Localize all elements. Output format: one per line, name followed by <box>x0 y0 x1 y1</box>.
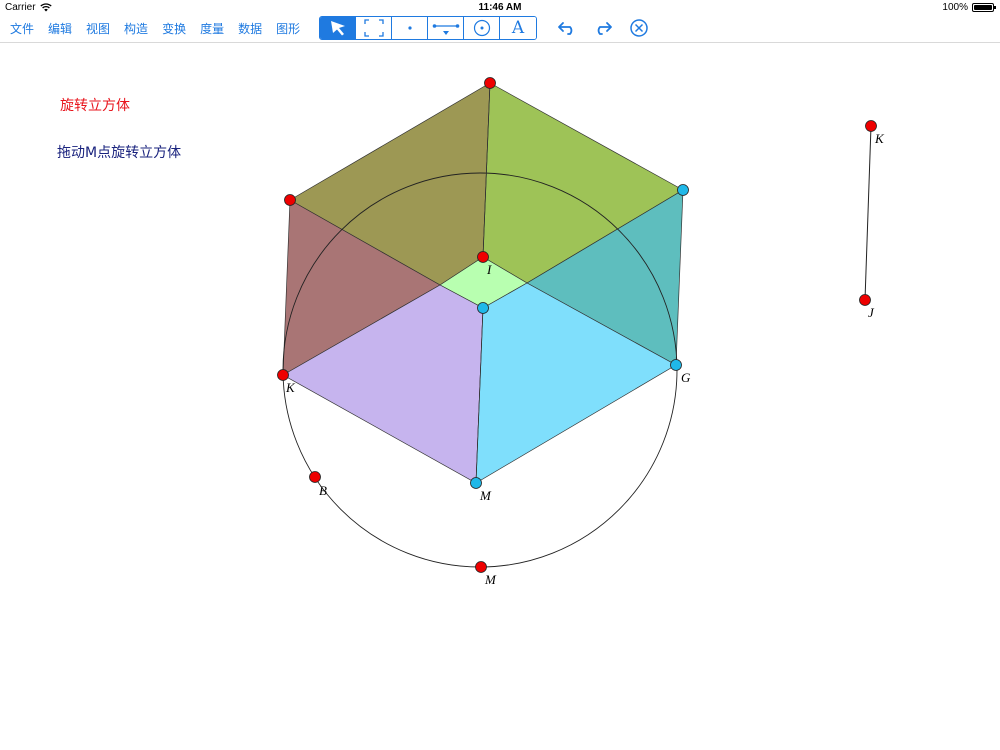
label-m-cube: M <box>479 488 492 503</box>
segment-tool-button[interactable] <box>428 17 464 39</box>
text-tool-icon: A <box>511 18 525 38</box>
cube-edge <box>475 307 484 484</box>
label-g: G <box>681 370 691 385</box>
cube-face-bottom-left <box>282 284 484 484</box>
marquee-tool-button[interactable] <box>356 17 392 39</box>
menu-item-data[interactable]: 数据 <box>238 20 262 37</box>
circle-tool-icon <box>473 19 490 37</box>
menu-item-graph[interactable]: 图形 <box>276 20 300 37</box>
label-b: B <box>319 483 327 498</box>
point-i <box>477 251 489 263</box>
select-arrow-icon <box>330 21 345 36</box>
action-buttons <box>556 17 650 39</box>
point-m-cube <box>470 477 482 489</box>
canvas-hint[interactable]: 拖动M点旋转立方体 <box>57 142 181 162</box>
segment-tool-icon <box>432 24 459 35</box>
circle-tool-button[interactable] <box>464 17 500 39</box>
marquee-select-icon <box>363 19 384 37</box>
rotation-circle <box>282 172 678 568</box>
battery-percent: 100% <box>942 2 968 13</box>
redo-icon <box>597 22 612 35</box>
cube-face-top-left <box>289 82 491 286</box>
point-tool-button[interactable] <box>392 17 428 39</box>
label-j: J <box>868 305 875 320</box>
menu-item-view[interactable]: 视图 <box>86 20 110 37</box>
point-top <box>484 77 496 89</box>
segment-kj <box>864 125 872 301</box>
label-k-left: K <box>285 380 296 395</box>
point-j <box>859 294 871 306</box>
point-center-lower <box>477 302 489 314</box>
point-m-circle <box>475 561 487 573</box>
clear-button[interactable] <box>628 17 650 39</box>
tool-palette: A <box>319 16 537 40</box>
battery-fill <box>974 5 992 10</box>
toolbar: 文件 编辑 视图 构造 变换 度量 数据 图形 A <box>0 16 1000 43</box>
cube-face-bottom-right <box>475 282 677 484</box>
label-i: I <box>486 262 492 277</box>
menu-item-transform[interactable]: 变换 <box>162 20 186 37</box>
cube-face-center <box>439 256 528 309</box>
status-bar: Carrier 11:46 AM 100% <box>0 0 1000 16</box>
point-upper-left <box>284 194 296 206</box>
battery-icon <box>972 3 996 12</box>
cube-face-left <box>282 199 441 376</box>
text-tool-button[interactable]: A <box>500 17 536 39</box>
cube-face-right <box>526 189 684 366</box>
select-tool-button[interactable] <box>320 17 356 39</box>
point-g <box>670 359 682 371</box>
clear-icon <box>630 19 648 37</box>
status-time: 11:46 AM <box>478 2 522 13</box>
label-m-circle: M <box>484 572 497 587</box>
point-tool-icon <box>407 26 412 30</box>
canvas-title[interactable]: 旋转立方体 <box>60 95 130 115</box>
undo-icon <box>558 22 573 35</box>
menu-bar: 文件 编辑 视图 构造 变换 度量 数据 图形 <box>10 20 300 37</box>
menu-item-edit[interactable]: 编辑 <box>48 20 72 37</box>
undo-button[interactable] <box>556 17 578 39</box>
cube-edge <box>482 82 491 258</box>
menu-item-file[interactable]: 文件 <box>10 20 34 37</box>
point-upper-right <box>677 184 689 196</box>
point-k-left <box>277 369 289 381</box>
label-k-right: K <box>874 131 885 146</box>
point-b <box>309 471 321 483</box>
cube-face-top-right <box>482 82 684 284</box>
menu-item-measure[interactable]: 度量 <box>200 20 224 37</box>
point-k-right <box>865 120 877 132</box>
redo-button[interactable] <box>592 17 614 39</box>
geometry-canvas[interactable]: I K G M B M K J <box>0 0 1000 750</box>
menu-item-construct[interactable]: 构造 <box>124 20 148 37</box>
status-right: 100% <box>942 2 996 13</box>
battery-tip <box>994 6 996 9</box>
